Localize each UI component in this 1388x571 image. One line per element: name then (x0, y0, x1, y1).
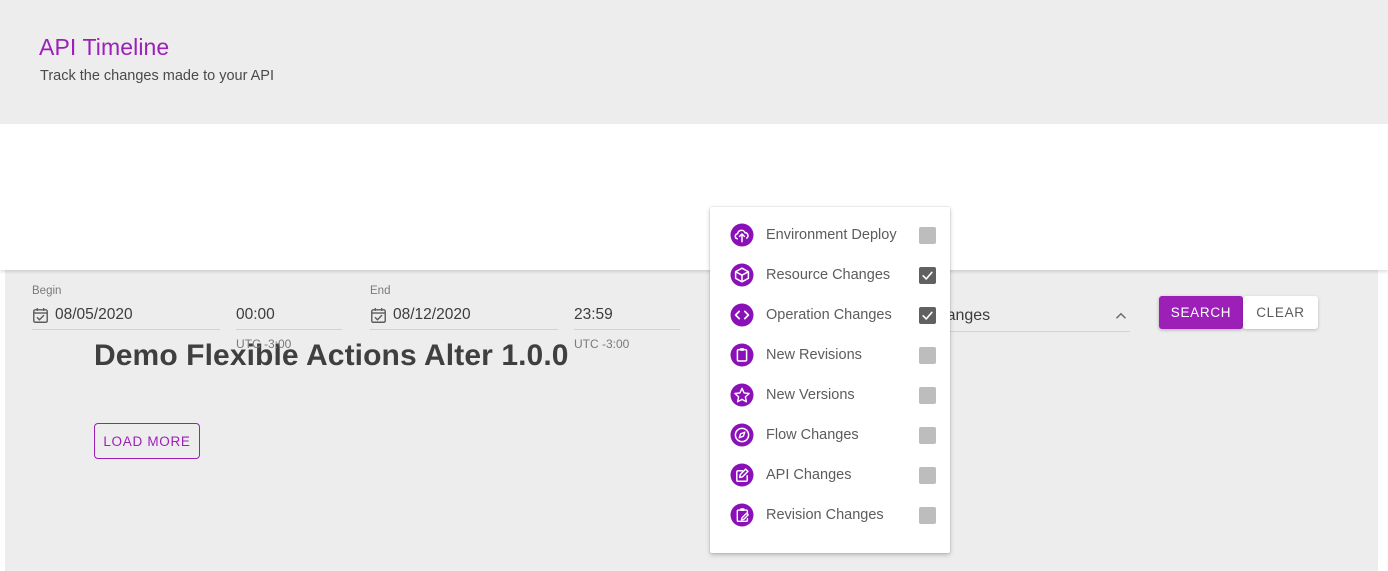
filter-option-checkbox[interactable] (919, 507, 936, 524)
begin-time-value[interactable]: 00:00 (236, 301, 342, 329)
filter-option-checkbox[interactable] (919, 267, 936, 284)
page-title: API Timeline (39, 33, 169, 61)
calendar-check-icon[interactable] (32, 307, 49, 324)
filter-option-resource-changes[interactable]: Resource Changes (710, 255, 950, 295)
filter-option-label: New Versions (766, 385, 913, 405)
load-more-button[interactable]: LOAD MORE (94, 423, 200, 459)
page-header: API Timeline Track the changes made to y… (0, 0, 1388, 124)
filter-bar: Begin 08/05/2020 00:00 (0, 124, 1388, 270)
filter-option-checkbox[interactable] (919, 347, 936, 364)
filter-option-label: Flow Changes (766, 425, 913, 445)
edit-square-icon (730, 463, 754, 487)
begin-timezone-hint: UTC -3:00 (236, 337, 342, 352)
end-date-value-row[interactable]: 08/12/2020 (370, 301, 558, 329)
filter-option-label: Resource Changes (766, 265, 913, 285)
calendar-check-icon[interactable] (370, 307, 387, 324)
page-subtitle: Track the changes made to your API (40, 66, 274, 86)
end-time-value[interactable]: 23:59 (574, 301, 680, 329)
api-timeline-page: API Timeline Track the changes made to y… (0, 0, 1388, 571)
cloud-upload-icon (730, 223, 754, 247)
filter-option-checkbox[interactable] (919, 307, 936, 324)
filter-option-revision-changes[interactable]: Revision Changes (710, 495, 950, 535)
filter-option-label: New Revisions (766, 345, 913, 365)
star-icon (730, 383, 754, 407)
filter-option-label: Revision Changes (766, 505, 913, 525)
begin-date-label: Begin (32, 284, 220, 298)
filter-option-new-versions[interactable]: New Versions (710, 375, 950, 415)
filter-option-label: API Changes (766, 465, 913, 485)
clear-button[interactable]: CLEAR (1243, 296, 1318, 329)
filter-option-checkbox[interactable] (919, 427, 936, 444)
filter-option-label: Environment Deploy (766, 225, 913, 245)
clipboard-icon (730, 343, 754, 367)
filter-option-label: Operation Changes (766, 305, 913, 325)
end-date-value: 08/12/2020 (393, 301, 471, 329)
begin-date-field[interactable]: Begin 08/05/2020 (32, 284, 220, 330)
end-date-label: End (370, 284, 558, 298)
filter-option-checkbox[interactable] (919, 467, 936, 484)
filter-option-operation-changes[interactable]: Operation Changes (710, 295, 950, 335)
end-date-field[interactable]: End 08/12/2020 (370, 284, 558, 330)
code-brackets-icon (730, 303, 754, 327)
filter-option-api-changes[interactable]: API Changes (710, 455, 950, 495)
begin-time-field[interactable]: 00:00 UTC -3:00 (236, 284, 342, 352)
search-button[interactable]: SEARCH (1159, 296, 1243, 329)
end-time-field[interactable]: 23:59 UTC -3:00 (574, 284, 680, 352)
clipboard-edit-icon (730, 503, 754, 527)
filter-option-checkbox[interactable] (919, 387, 936, 404)
filter-option-new-revisions[interactable]: New Revisions (710, 335, 950, 375)
package-box-icon (730, 263, 754, 287)
filters-dropdown-panel: Environment Deploy Resource Changes (710, 207, 950, 553)
filter-option-checkbox[interactable] (919, 227, 936, 244)
begin-date-value: 08/05/2020 (55, 301, 133, 329)
begin-date-value-row[interactable]: 08/05/2020 (32, 301, 220, 329)
begin-time-spacer-label (236, 284, 342, 298)
filter-option-flow-changes[interactable]: Flow Changes (710, 415, 950, 455)
chevron-up-icon[interactable] (1112, 307, 1130, 325)
filter-option-environment-deploy[interactable]: Environment Deploy (710, 215, 950, 255)
end-timezone-hint: UTC -3:00 (574, 337, 680, 352)
compass-icon (730, 423, 754, 447)
end-time-spacer-label (574, 284, 680, 298)
